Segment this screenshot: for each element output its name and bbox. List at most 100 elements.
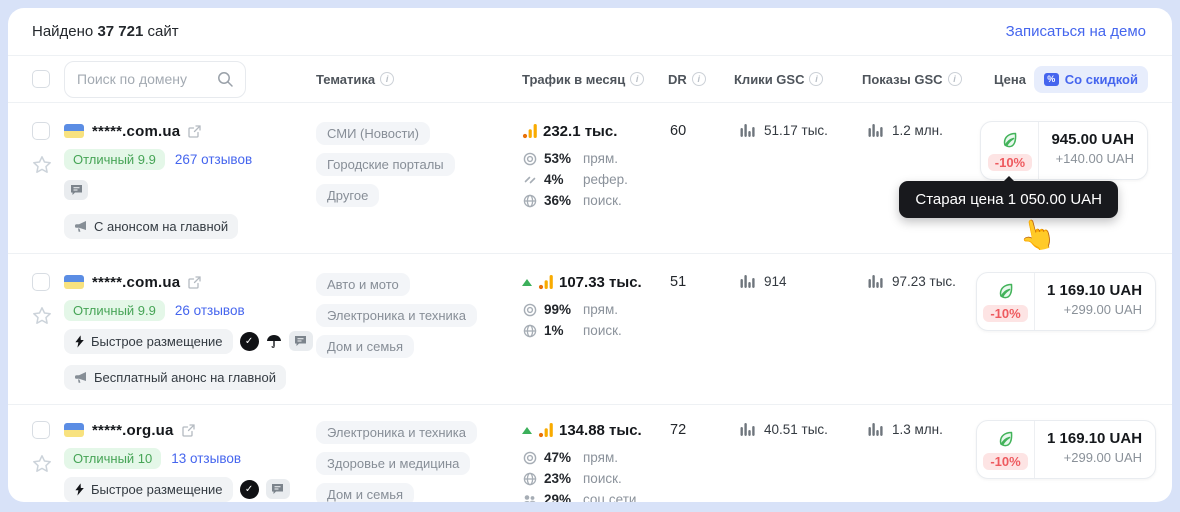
row-checkbox[interactable] <box>32 421 50 439</box>
old-price-tooltip: Старая цена 1 050.00 UAH <box>899 181 1118 218</box>
price-value: 1 169.10 UAH <box>1047 430 1142 447</box>
rating-badge: Отличный 9.9 <box>64 149 165 170</box>
discount-badge[interactable]: -10% <box>983 305 1027 322</box>
site-domain[interactable]: *****.com.ua <box>92 274 180 291</box>
chat-icon[interactable] <box>64 180 88 200</box>
topics-list: Авто и мото Электроника и техника Дом и … <box>316 272 522 390</box>
site-info: *****.org.ua Отличный 10 13 отзывов Быст… <box>64 420 316 502</box>
dr-value: 72 <box>662 420 724 502</box>
pointing-finger-emoji: 👆 <box>1015 214 1059 256</box>
traffic-total: 134.88 тыс. <box>559 422 642 439</box>
dr-value: 51 <box>662 272 724 390</box>
topic-pill: Другое <box>316 184 379 207</box>
traffic-total: 232.1 тыс. <box>543 123 617 140</box>
announce-tag: Бесплатный анонс на главной <box>64 365 286 390</box>
megaphone-icon <box>74 220 88 233</box>
topics-list: Электроника и техника Здоровье и медицин… <box>316 420 522 502</box>
leaf-icon <box>996 429 1015 448</box>
site-info: *****.com.ua Отличный 9.9 267 отзывов С … <box>64 121 316 239</box>
topic-pill: Городские порталы <box>316 153 455 176</box>
chat-icon[interactable] <box>266 479 290 499</box>
discount-badge[interactable]: -10% <box>983 453 1027 470</box>
info-icon[interactable]: i <box>809 72 823 86</box>
domain-search[interactable] <box>64 61 246 98</box>
ukraine-flag-icon <box>64 275 84 289</box>
gsc-impressions-cell: 1.2 млн. <box>852 121 976 138</box>
price-card[interactable]: -10% 1 169.10 UAH +299.00 UAH <box>976 420 1156 479</box>
favorite-star-icon[interactable] <box>32 306 52 326</box>
topbar: Найдено 37 721 сайт Записаться на демо <box>8 8 1172 56</box>
site-domain[interactable]: *****.com.ua <box>92 123 180 140</box>
site-row: *****.com.ua Отличный 9.9 267 отзывов С … <box>8 103 1172 254</box>
reviews-link[interactable]: 13 отзывов <box>171 451 241 466</box>
reviews-link[interactable]: 26 отзывов <box>175 303 245 318</box>
column-gsc-impressions: Показы GSCi <box>852 72 976 87</box>
price-value: 945.00 UAH <box>1051 131 1134 148</box>
bar-chart-icon <box>740 422 755 437</box>
analytics-bars-icon <box>538 274 554 290</box>
info-icon[interactable]: i <box>630 72 644 86</box>
price-value: 1 169.10 UAH <box>1047 282 1142 299</box>
traffic-cell: 232.1 тыс. 53%прям. 4%рефер. 36%поиск. <box>522 121 662 239</box>
row-checkbox[interactable] <box>32 273 50 291</box>
demo-signup-link[interactable]: Записаться на демо <box>1006 23 1146 40</box>
discount-toggle[interactable]: % Со скидкой <box>1034 66 1148 93</box>
topic-pill: Электроника и техника <box>316 421 477 444</box>
site-row: *****.com.ua Отличный 9.9 26 отзывов Быс… <box>8 254 1172 405</box>
megaphone-icon <box>74 371 88 384</box>
analytics-bars-icon <box>538 422 554 438</box>
reviews-link[interactable]: 267 отзывов <box>175 152 252 167</box>
gsc-impressions-cell: 97.23 тыс. <box>852 272 976 289</box>
announce-tag: С анонсом на главной <box>64 214 238 239</box>
row-checkbox[interactable] <box>32 122 50 140</box>
referral-traffic-icon <box>522 173 537 187</box>
external-link-icon[interactable] <box>188 276 201 289</box>
favorite-star-icon[interactable] <box>32 454 52 474</box>
topic-pill: Здоровье и медицина <box>316 452 470 475</box>
info-icon[interactable]: i <box>692 72 706 86</box>
quick-placement-tag: Быстрое размещение <box>64 329 233 354</box>
traffic-total: 107.33 тыс. <box>559 274 642 291</box>
info-icon[interactable]: i <box>948 72 962 86</box>
price-card[interactable]: -10% 1 169.10 UAH +299.00 UAH <box>976 272 1156 331</box>
site-domain[interactable]: *****.org.ua <box>92 422 174 439</box>
traffic-cell: 107.33 тыс. 99%прям. 1%поиск. <box>522 272 662 390</box>
results-count: Найдено 37 721 сайт <box>32 23 179 40</box>
external-link-icon[interactable] <box>182 424 195 437</box>
topic-pill: СМИ (Новости) <box>316 122 430 145</box>
external-link-icon[interactable] <box>188 125 201 138</box>
favorite-star-icon[interactable] <box>32 155 52 175</box>
topic-pill: Электроника и техника <box>316 304 477 327</box>
topic-pill: Дом и семья <box>316 335 414 358</box>
column-topic: Тематикаi <box>316 72 522 87</box>
search-icon <box>217 71 234 88</box>
direct-traffic-icon <box>522 303 537 317</box>
leaf-icon <box>996 281 1015 300</box>
bar-chart-icon <box>868 422 883 437</box>
chat-icon[interactable] <box>289 331 313 351</box>
search-traffic-icon <box>522 472 537 486</box>
topic-pill: Авто и мото <box>316 273 410 296</box>
site-row: *****.org.ua Отличный 10 13 отзывов Быст… <box>8 405 1172 502</box>
gsc-impressions-cell: 1.3 млн. <box>852 420 976 437</box>
price-extra: +140.00 UAH <box>1051 151 1134 166</box>
lightning-bolt-icon <box>74 335 85 348</box>
rating-badge: Отличный 9.9 <box>64 300 165 321</box>
column-dr: DRi <box>662 72 724 87</box>
quick-placement-tag: Быстрое размещение <box>64 477 233 502</box>
trend-up-icon <box>522 279 532 286</box>
bar-chart-icon <box>740 123 755 138</box>
gsc-clicks-cell: 51.17 тыс. <box>724 121 852 138</box>
select-all-checkbox[interactable] <box>32 70 50 88</box>
bar-chart-icon <box>868 274 883 289</box>
domain-search-input[interactable] <box>77 71 217 87</box>
column-traffic: Трафик в месяцi <box>522 72 662 87</box>
verified-check-icon: ✓ <box>240 480 259 499</box>
table-header: Тематикаi Трафик в месяцi DRi Клики GSCi… <box>8 56 1172 103</box>
verified-check-icon: ✓ <box>240 332 259 351</box>
info-icon[interactable]: i <box>380 72 394 86</box>
umbrella-icon <box>266 334 282 349</box>
lightning-bolt-icon <box>74 483 85 496</box>
price-extra: +299.00 UAH <box>1047 450 1142 465</box>
trend-up-icon <box>522 427 532 434</box>
